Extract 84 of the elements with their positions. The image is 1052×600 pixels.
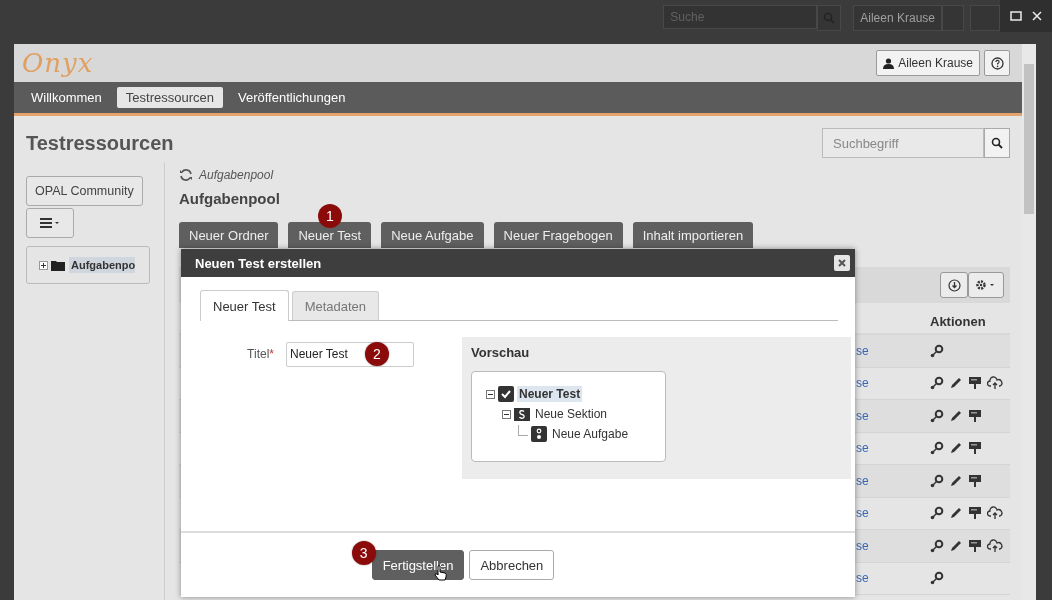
dialog-tab[interactable]: Metadaten: [291, 291, 380, 320]
dialog-title: Neuen Test erstellen: [195, 255, 322, 271]
collapse-icon[interactable]: [486, 389, 495, 399]
user-icon: [883, 57, 895, 69]
tree-item[interactable]: Neue Sektion: [533, 406, 610, 422]
step-badge: 3: [351, 541, 376, 565]
table-link[interactable]: se: [856, 441, 930, 456]
task-icon: [531, 426, 547, 442]
community-button[interactable]: OPAL Community: [26, 176, 143, 206]
nav-tab[interactable]: Willkommen: [22, 87, 111, 108]
search-button[interactable]: [984, 128, 1010, 158]
key-icon[interactable]: [930, 376, 944, 391]
action-button[interactable]: Neuer Test: [288, 222, 372, 248]
help-icon: [990, 56, 1004, 70]
table-link[interactable]: se: [856, 506, 930, 521]
cloud-upload-icon[interactable]: [987, 538, 1003, 553]
close-button[interactable]: [834, 255, 850, 271]
key-icon[interactable]: [930, 571, 944, 586]
presentation-icon[interactable]: [968, 473, 982, 488]
user-button[interactable]: Aileen Krause: [876, 50, 980, 76]
nav-tab[interactable]: Testressourcen: [116, 87, 223, 108]
presentation-icon[interactable]: [968, 408, 982, 423]
download-button[interactable]: [940, 272, 968, 298]
pencil-icon[interactable]: [949, 538, 963, 553]
table-link[interactable]: se: [856, 376, 930, 391]
tree-item[interactable]: Neue Aufgabe: [550, 426, 631, 442]
restore-icon[interactable]: [1010, 11, 1022, 21]
search-icon: [991, 137, 1003, 149]
dialog-tab[interactable]: Neuer Test: [200, 290, 289, 321]
table-link[interactable]: se: [856, 571, 930, 586]
pencil-icon[interactable]: [949, 408, 963, 423]
settings-button[interactable]: [968, 272, 1004, 298]
preview-title: Vorschau: [471, 345, 531, 360]
table-link[interactable]: se: [856, 408, 930, 423]
download-icon: [947, 278, 961, 292]
breadcrumb[interactable]: Aufgabenpool: [199, 168, 274, 182]
presentation-icon[interactable]: [968, 441, 982, 456]
close-icon: [838, 259, 846, 267]
section-icon: [514, 407, 530, 421]
search-field[interactable]: Suchbegriff: [822, 128, 984, 158]
tree-item[interactable]: Neuer Test: [517, 386, 583, 402]
menu-icon: [40, 218, 60, 228]
cloud-upload-icon[interactable]: [987, 506, 1003, 521]
scrollbar[interactable]: [1022, 44, 1036, 600]
step-badge: 1: [317, 204, 342, 228]
close-icon[interactable]: [1032, 11, 1042, 21]
pencil-icon[interactable]: [949, 506, 963, 521]
section-heading: Aufgabenpool: [179, 190, 281, 209]
page-title: Testressourcen: [26, 131, 174, 155]
presentation-icon[interactable]: [968, 538, 982, 553]
pencil-icon[interactable]: [949, 441, 963, 456]
finish-button[interactable]: Fertigstellen: [371, 550, 465, 580]
key-icon[interactable]: [930, 441, 944, 456]
settings-icon: [975, 279, 997, 291]
key-icon[interactable]: [930, 343, 944, 358]
table-link[interactable]: se: [856, 473, 930, 488]
column-header: Aktionen: [930, 314, 986, 329]
key-icon[interactable]: [930, 538, 944, 553]
nav-tab[interactable]: Veröffentlichungen: [228, 87, 355, 108]
action-button[interactable]: Neuer Ordner: [179, 222, 279, 248]
action-button[interactable]: Inhalt importieren: [632, 222, 754, 248]
user-button[interactable]: Aileen Krause: [853, 5, 942, 31]
presentation-icon[interactable]: [968, 506, 982, 521]
action-button[interactable]: Neue Aufgabe: [381, 222, 484, 248]
pencil-icon[interactable]: [949, 376, 963, 391]
key-icon[interactable]: [930, 506, 944, 521]
expand-icon[interactable]: [39, 260, 48, 270]
refresh-icon[interactable]: [179, 168, 193, 182]
cloud-upload-icon[interactable]: [987, 376, 1003, 391]
pencil-icon[interactable]: [949, 473, 963, 488]
table-link[interactable]: se: [856, 343, 930, 358]
presentation-icon[interactable]: [968, 376, 982, 391]
field-label: Titel*: [246, 347, 274, 361]
collapse-icon[interactable]: [502, 409, 511, 419]
action-button[interactable]: Neuer Fragebogen: [493, 222, 623, 248]
menu-button[interactable]: [26, 208, 74, 238]
tree-item[interactable]: Aufgabenpo: [69, 257, 136, 273]
step-badge: 2: [365, 342, 389, 366]
table-link[interactable]: se: [856, 538, 930, 553]
cancel-button[interactable]: Abbrechen: [469, 550, 555, 580]
key-icon[interactable]: [930, 473, 944, 488]
folder-icon: [51, 259, 66, 271]
checkbox-icon: [498, 386, 514, 402]
key-icon[interactable]: [930, 408, 944, 423]
